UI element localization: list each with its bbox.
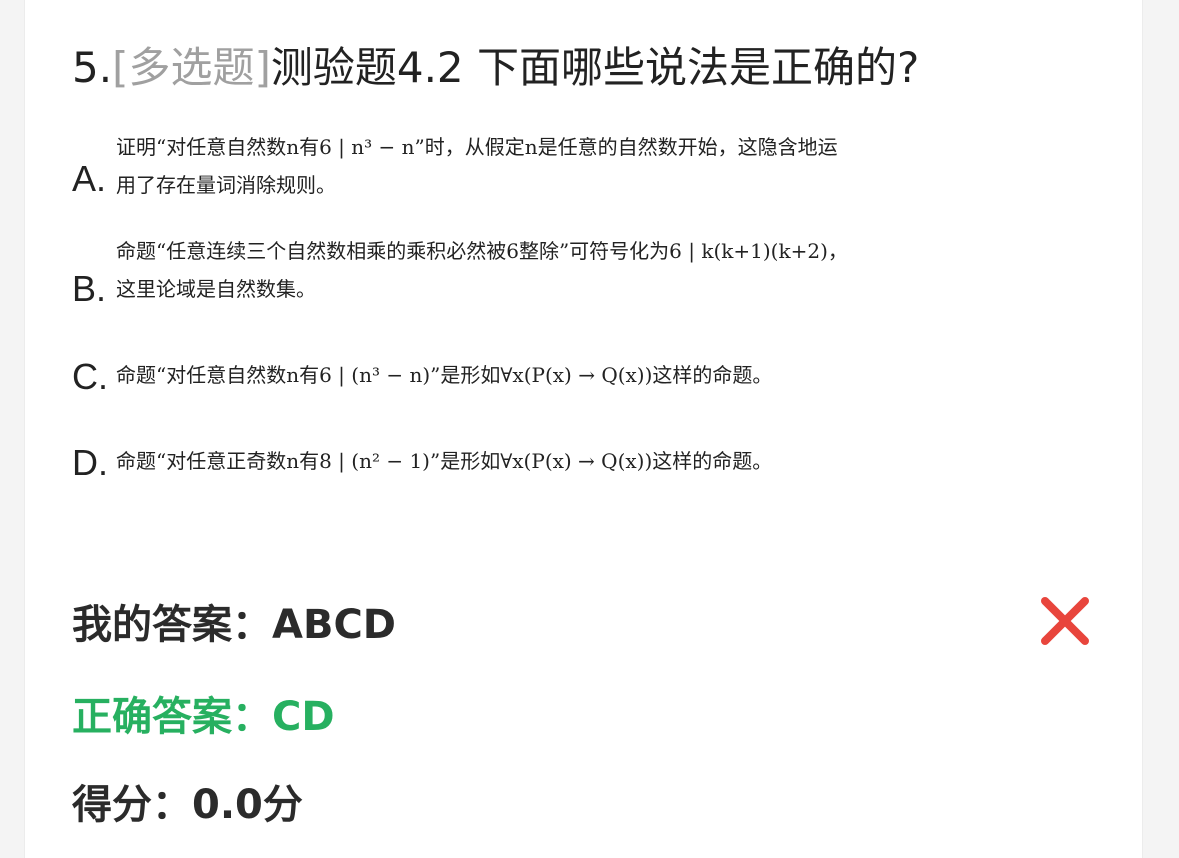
option-text: 证明“对任意自然数n有6 | n³ − n”时，从假定n是任意的自然数开始，这隐… xyxy=(116,128,962,204)
option-text-line: 用了存在量词消除规则。 xyxy=(116,173,336,197)
question-title: 5.[多选题]测验题4.2 下面哪些说法是正确的? xyxy=(72,40,1102,96)
my-answer-label: 我的答案： xyxy=(72,602,272,648)
my-answer-value: ABCD xyxy=(272,602,397,648)
option-text-line: 证明“对任意自然数n有6 | n³ − n”时，从假定n是任意的自然数开始，这隐… xyxy=(116,135,838,159)
correct-answer-value: CD xyxy=(272,694,335,740)
option-text: 命题“对任意自然数n有6 | (n³ − n)”是形如∀x(P(x) → Q(x… xyxy=(116,356,962,394)
option-text-line: 这里论域是自然数集。 xyxy=(116,277,316,301)
cross-icon xyxy=(1041,597,1089,645)
question-card: 5.[多选题]测验题4.2 下面哪些说法是正确的? A. 证明“对任意自然数n有… xyxy=(24,0,1143,858)
my-answer: 我的答案：ABCD xyxy=(72,592,396,650)
question-type-tag: [多选题] xyxy=(112,43,271,92)
score-value: 0.0分 xyxy=(192,782,303,828)
correct-answer: 正确答案：CD xyxy=(72,684,335,742)
option-letter: B. xyxy=(72,268,107,309)
option-a[interactable]: A. 证明“对任意自然数n有6 | n³ − n”时，从假定n是任意的自然数开始… xyxy=(72,128,962,208)
score: 得分：0.0分 xyxy=(72,772,303,830)
option-letter: C. xyxy=(72,356,108,397)
option-text: 命题“任意连续三个自然数相乘的乘积必然被6整除”可符号化为6 | k(k+1)(… xyxy=(116,232,962,308)
option-letter: A. xyxy=(72,158,107,199)
question-number: 5. xyxy=(72,43,113,92)
option-text-line: 命题“任意连续三个自然数相乘的乘积必然被6整除”可符号化为6 | k(k+1)(… xyxy=(116,239,848,263)
option-letter: D. xyxy=(72,442,108,483)
question-text: 测验题4.2 下面哪些说法是正确的? xyxy=(270,43,920,92)
correct-answer-label: 正确答案： xyxy=(72,694,272,740)
option-text-line: 命题“对任意正奇数n有8 | (n² − 1)”是形如∀x(P(x) → Q(x… xyxy=(116,449,773,473)
option-d[interactable]: D. 命题“对任意正奇数n有8 | (n² − 1)”是形如∀x(P(x) → … xyxy=(72,442,962,483)
option-c[interactable]: C. 命题“对任意自然数n有6 | (n³ − n)”是形如∀x(P(x) → … xyxy=(72,356,962,397)
option-text-line: 命题“对任意自然数n有6 | (n³ − n)”是形如∀x(P(x) → Q(x… xyxy=(116,363,773,387)
score-label: 得分： xyxy=(72,782,192,828)
option-b[interactable]: B. 命题“任意连续三个自然数相乘的乘积必然被6整除”可符号化为6 | k(k+… xyxy=(72,232,962,312)
option-text: 命题“对任意正奇数n有8 | (n² − 1)”是形如∀x(P(x) → Q(x… xyxy=(116,442,962,480)
